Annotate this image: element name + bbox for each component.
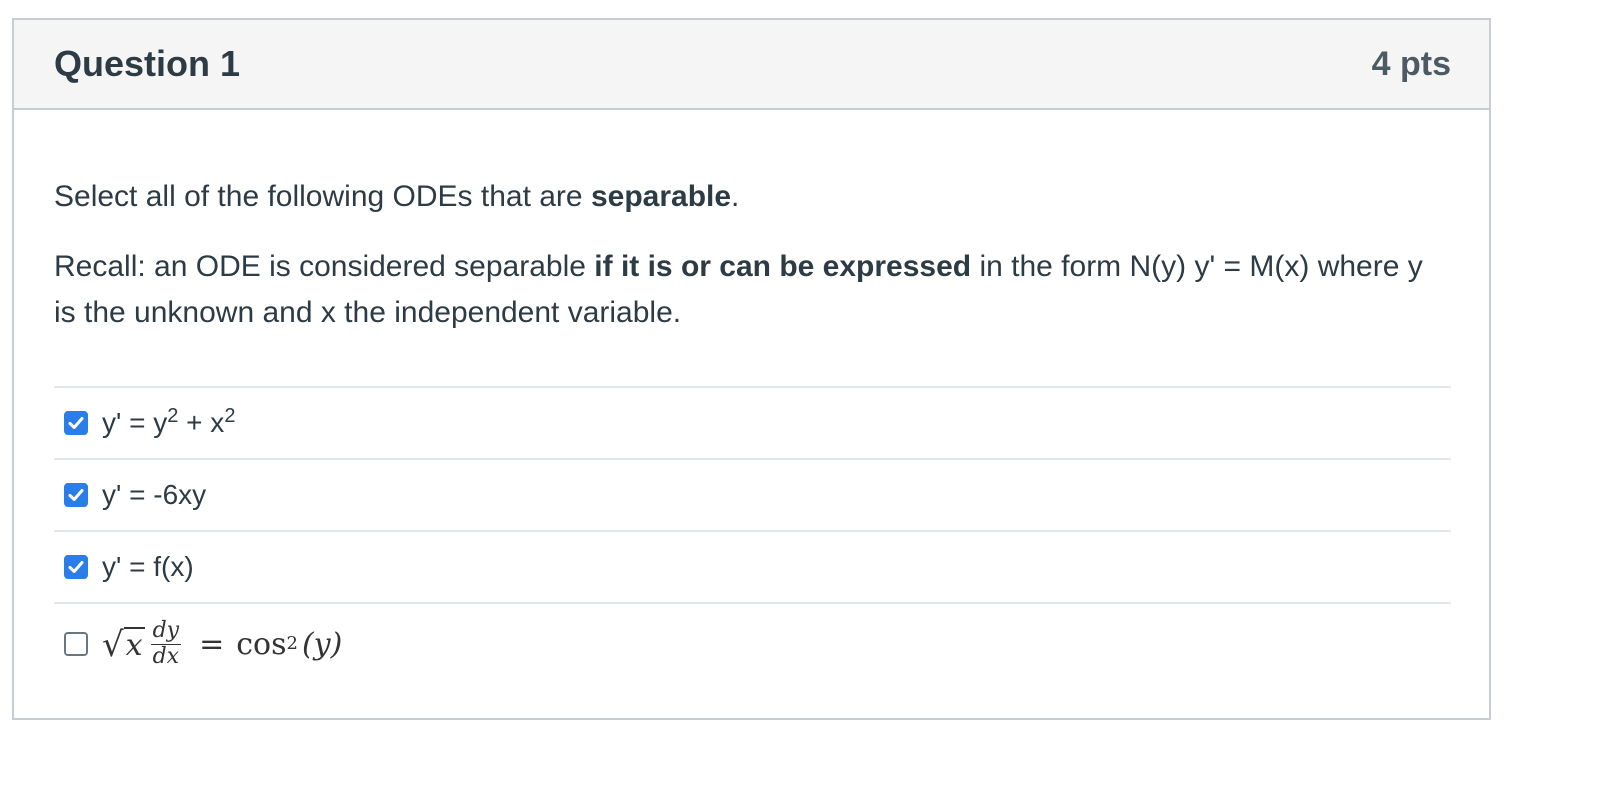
answer-label-1: y' = y2 + x2 <box>102 405 236 439</box>
checkbox-checked[interactable] <box>64 483 88 507</box>
checkbox-checked[interactable] <box>64 555 88 579</box>
answer-option-2[interactable]: y' = -6xy <box>54 460 1451 532</box>
equals-sign: = <box>199 626 225 662</box>
question-header: Question 1 4 pts <box>14 20 1489 110</box>
function-argument: (y) <box>301 626 343 662</box>
answer-list: y' = y2 + x2 y' = -6xy y' = f(x) √ x dy … <box>54 386 1451 684</box>
prompt-bold: separable <box>590 180 732 213</box>
answer-label-4-math: √ x dy dx = cos 2 (y) <box>102 618 343 669</box>
answer-option-3[interactable]: y' = f(x) <box>54 532 1451 604</box>
answer-1-mid: + x <box>178 407 225 438</box>
sqrt-symbol: √ <box>102 624 124 665</box>
recall-bold: if it is or can be expressed <box>594 250 972 283</box>
fraction-denominator: dx <box>152 643 180 669</box>
function-name: cos <box>236 626 287 662</box>
answer-label-3: y' = f(x) <box>102 551 194 582</box>
sqrt-argument: x <box>123 626 145 663</box>
answer-1-base: y' = y <box>102 407 168 438</box>
fraction-numerator: dy <box>150 618 182 645</box>
check-icon <box>68 489 84 501</box>
question-body: Select all of the following ODEs that ar… <box>14 110 1489 684</box>
answer-option-4[interactable]: √ x dy dx = cos 2 (y) <box>54 604 1451 684</box>
answer-1-exp-x: 2 <box>224 405 236 427</box>
prompt-period: . <box>731 180 740 213</box>
answer-option-1[interactable]: y' = y2 + x2 <box>54 388 1451 460</box>
sqrt-expression: √ x <box>102 624 145 665</box>
check-icon <box>68 561 84 573</box>
question-title: Question 1 <box>54 43 241 84</box>
checkbox-unchecked[interactable] <box>64 632 88 656</box>
recall-text: Recall: an ODE is considered separable <box>54 250 595 283</box>
question-card: Question 1 4 pts Select all of the follo… <box>12 18 1491 720</box>
question-points: 4 pts <box>1371 44 1451 83</box>
prompt-text: Select all of the following ODEs that ar… <box>54 180 591 213</box>
answer-1-exp-y: 2 <box>167 405 179 427</box>
recall-note: Recall: an ODE is considered separable i… <box>54 244 1451 336</box>
answer-label-2: y' = -6xy <box>102 479 207 510</box>
question-prompt: Select all of the following ODEs that ar… <box>54 110 1451 220</box>
derivative-fraction: dy dx <box>150 618 182 669</box>
check-icon <box>68 417 84 429</box>
checkbox-checked[interactable] <box>64 411 88 435</box>
